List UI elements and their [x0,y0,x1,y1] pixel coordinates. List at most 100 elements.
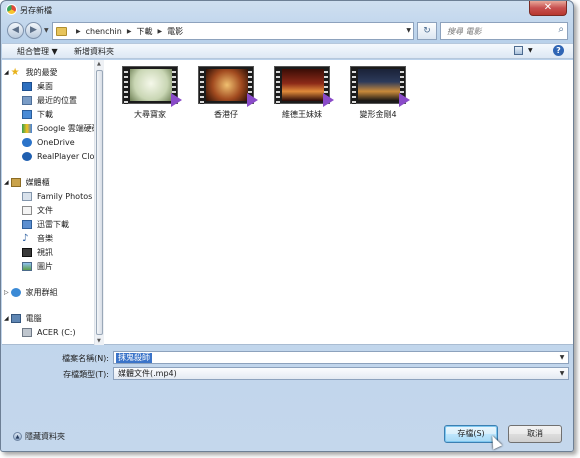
sidebar-item-label: 桌面 [37,82,53,91]
sidebar-item-thunder[interactable]: 迅雷下載 [22,218,94,231]
filename-value[interactable]: 抹鬼殺師 [116,353,152,363]
file-item[interactable]: 香港仔 [191,66,261,124]
google-drive-icon [22,124,32,133]
save-as-dialog: 另存新檔 ✕ ◀ ▶ ▼ ▶ chenchin ▶ 下載 ▶ 電影 ▼ ↻ ⌕ … [0,0,574,452]
filetype-select[interactable]: 媒體文件(.mp4) ▼ [113,367,569,380]
close-button[interactable]: ✕ [529,1,567,16]
chevron-down-icon[interactable]: ▼ [556,368,568,379]
file-item[interactable]: 維德王妹妹 [267,66,337,124]
recent-pages-dropdown[interactable]: ▼ [44,27,49,34]
recent-places-icon [22,96,32,105]
video-thumbnail-icon [122,66,182,107]
sidebar-item-label: Google 雲端硬碟 [37,124,94,133]
expand-icon[interactable]: ◢ [4,315,9,322]
realplayer-icon [22,152,32,161]
file-name: 維德王妹妹 [282,110,322,119]
sidebar-item-acer-c[interactable]: ACER (C:) [22,326,94,339]
chrome-icon [6,4,17,15]
sidebar-item-label: ACER (C:) [37,328,76,337]
expand-icon[interactable]: ▷ [4,289,9,296]
forward-button[interactable]: ▶ [25,22,42,39]
scrollbar-thumb[interactable] [96,70,103,335]
collapse-icon[interactable]: ▲ [13,432,22,441]
file-item[interactable]: 大尋寶家 [115,66,185,124]
sidebar-item-music[interactable]: ♪ 音樂 [22,232,94,245]
homegroup-icon [10,288,21,297]
sidebar-item-label: 圖片 [37,262,53,271]
expand-icon[interactable]: ◢ [4,69,9,76]
hide-folders-label: 隱藏資料夾 [25,432,65,441]
breadcrumb-chenchin[interactable]: chenchin [86,27,122,36]
star-icon: ★ [10,67,20,78]
view-dropdown[interactable]: ▼ [528,47,533,54]
sidebar-item-libraries[interactable]: ◢ 媒體櫃 [4,176,94,189]
navigation-pane: ◢ ★ 我的最愛 桌面 最近的位置 下載 Google 雲端硬碟 OneDriv… [2,60,94,345]
address-bar[interactable]: ▶ chenchin ▶ 下載 ▶ 電影 ▼ [52,22,414,40]
sidebar-item-label: 迅雷下載 [37,220,69,229]
sidebar-item-label: Family Photos [37,192,93,201]
breadcrumb-downloads[interactable]: 下載 [136,26,152,37]
scroll-down-icon[interactable]: ▼ [97,338,101,344]
sidebar-item-label: 我的最愛 [25,68,58,77]
chevron-right-icon[interactable]: ▶ [127,28,132,35]
browser-pane: ◢ ★ 我的最愛 桌面 最近的位置 下載 Google 雲端硬碟 OneDriv… [2,60,573,345]
cancel-button[interactable]: 取消 [508,425,562,443]
search-box: ⌕ [440,22,568,40]
back-button[interactable]: ◀ [7,22,24,39]
play-icon [323,93,334,107]
chevron-right-icon[interactable]: ▶ [157,28,162,35]
sidebar-item-videos[interactable]: 視訊 [22,246,94,259]
expand-icon[interactable]: ◢ [4,179,9,186]
view-icon[interactable] [514,46,523,55]
sidebar-item-label: 文件 [37,206,53,215]
folder-icon [56,26,67,36]
desktop-icon [22,82,32,91]
sidebar-item-downloads[interactable]: 下載 [22,108,94,121]
breadcrumb-movies[interactable]: 電影 [167,26,183,37]
sidebar-item-label: 媒體櫃 [25,178,50,187]
toolbar: 組合管理 ▼ 新增資料夾 ▼ ? [2,43,573,59]
sidebar-item-label: OneDrive [37,138,75,147]
sidebar-item-homegroup[interactable]: ▷ 家用群組 [4,286,94,299]
title-bar: 另存新檔 ✕ [1,1,573,19]
address-dropdown[interactable]: ▼ [406,27,411,34]
libraries-icon [10,178,21,187]
sidebar-item-onedrive[interactable]: OneDrive [22,136,94,149]
search-icon[interactable]: ⌕ [558,24,564,35]
filename-field[interactable]: 抹鬼殺師 ▼ [113,351,569,364]
file-item[interactable]: 變形金剛4 [343,66,413,124]
hide-folders-toggle[interactable]: ▲ 隱藏資料夾 [13,431,65,442]
help-icon[interactable]: ? [553,45,564,56]
documents-icon [22,206,32,215]
sidebar-item-label: 電腦 [25,314,42,323]
sidebar-item-pictures[interactable]: 圖片 [22,260,94,273]
search-input[interactable] [441,23,551,39]
filename-label: 檔案名稱(N): [62,354,109,363]
sidebar-item-google-drive[interactable]: Google 雲端硬碟 [22,122,94,135]
navigation-bar: ◀ ▶ ▼ ▶ chenchin ▶ 下載 ▶ 電影 ▼ ↻ ⌕ [1,19,573,43]
sidebar-item-recent[interactable]: 最近的位置 [22,94,94,107]
mouse-cursor-icon [487,433,503,450]
sidebar-item-label: 視訊 [37,248,53,257]
file-name: 大尋寶家 [134,110,166,119]
chevron-down-icon[interactable]: ▼ [556,352,568,363]
sidebar-item-label: 家用群組 [25,288,58,297]
sidebar-item-label: 最近的位置 [37,96,77,105]
sidebar-item-desktop[interactable]: 桌面 [22,80,94,93]
organize-button[interactable]: 組合管理 ▼ [17,46,58,57]
new-folder-button[interactable]: 新增資料夾 [74,46,114,57]
photos-library-icon [22,192,32,201]
sidebar-item-documents[interactable]: 文件 [22,204,94,217]
sidebar-item-realplayer[interactable]: RealPlayer Cloud [22,150,94,163]
window-title: 另存新檔 [20,6,52,15]
onedrive-cloud-icon [22,138,32,147]
sidebar-item-label: RealPlayer Cloud [37,152,94,161]
refresh-button[interactable]: ↻ [417,22,437,40]
video-icon [22,248,32,257]
navigation-scrollbar[interactable]: ▲ ▼ [94,60,104,345]
sidebar-item-family-photos[interactable]: Family Photos [22,190,94,203]
sidebar-item-computer[interactable]: ◢ 電腦 [4,312,94,325]
scroll-up-icon[interactable]: ▲ [97,61,101,67]
chevron-right-icon[interactable]: ▶ [76,28,81,35]
sidebar-item-favorites[interactable]: ◢ ★ 我的最愛 [4,66,94,79]
